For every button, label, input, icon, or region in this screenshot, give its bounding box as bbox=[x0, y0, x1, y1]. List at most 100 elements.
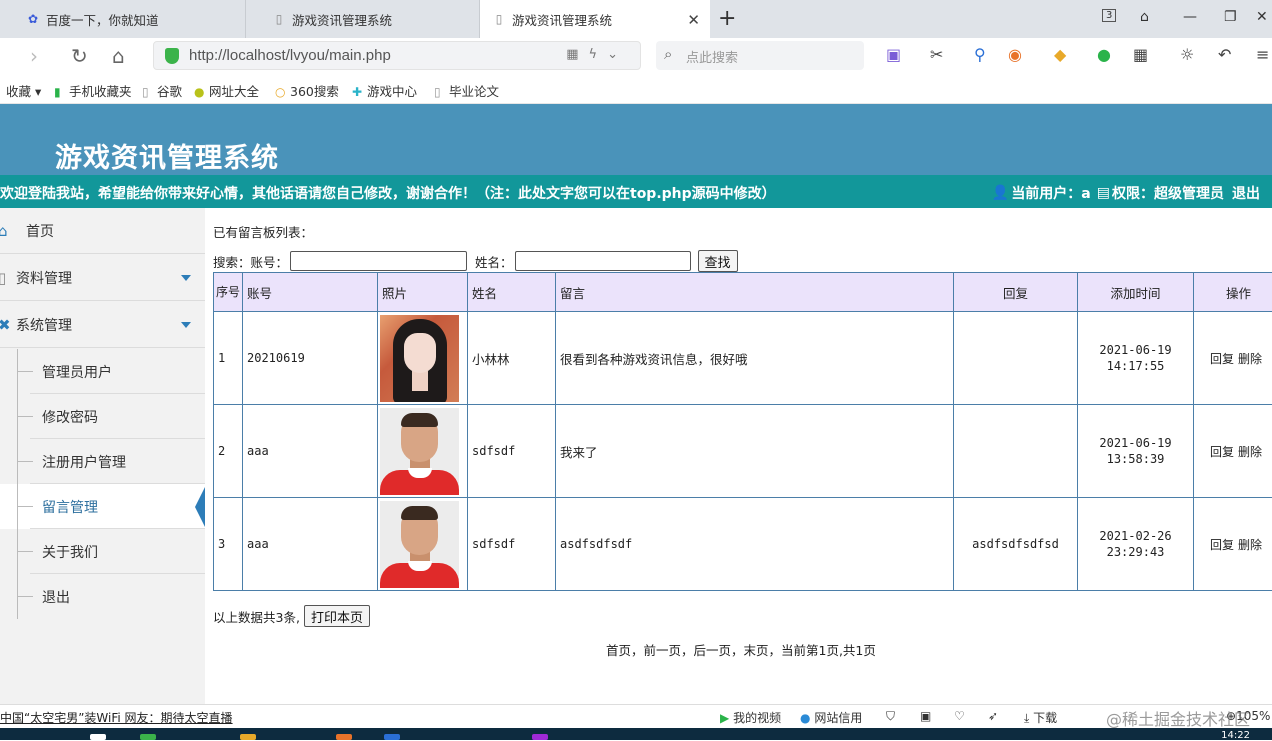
address-bar[interactable]: http://localhost/lvyou/main.php ▦ϟ⌄ bbox=[153, 41, 641, 70]
image-icon[interactable]: ▣ bbox=[920, 709, 931, 723]
account-search-input[interactable] bbox=[290, 251, 467, 271]
search-button[interactable]: 查找 bbox=[698, 250, 738, 272]
app-icon[interactable] bbox=[140, 734, 156, 740]
translate-icon[interactable]: ▣ bbox=[886, 45, 901, 64]
game-icon[interactable]: ◉ bbox=[1008, 45, 1022, 64]
scissors-icon[interactable]: ✂ bbox=[930, 45, 943, 64]
address-tools-icon[interactable]: ▦ϟ⌄ bbox=[566, 47, 628, 62]
new-tab-icon[interactable]: + bbox=[718, 6, 736, 31]
apps-icon[interactable]: ▦ bbox=[1133, 45, 1148, 64]
total-count: 以上数据共3条, bbox=[213, 607, 300, 626]
reload-icon[interactable]: ↻ bbox=[71, 44, 88, 68]
cell-actions: 回复删除 bbox=[1194, 405, 1272, 498]
bookmark-360[interactable]: ○360搜索 bbox=[275, 81, 339, 100]
search-form: 搜索：账号： 姓名： 查找 bbox=[213, 250, 738, 272]
sidebar-item-admin-users[interactable]: 管理员用户 bbox=[0, 349, 205, 394]
tree-line bbox=[17, 461, 33, 462]
shield-icon[interactable]: ⛉ bbox=[886, 709, 895, 724]
close-window-icon[interactable]: ✕ bbox=[1256, 9, 1268, 25]
tab-game-system-1[interactable]: ▯ 游戏资讯管理系统 bbox=[246, 0, 480, 38]
app-icon[interactable] bbox=[532, 734, 548, 740]
column-header: 姓名 bbox=[468, 273, 556, 312]
browser-icon[interactable] bbox=[384, 734, 400, 740]
sidebar-item-data-management[interactable]: ▯ 资料管理 bbox=[0, 255, 205, 301]
rocket-icon[interactable]: ➶ bbox=[988, 709, 998, 723]
delete-link[interactable]: 删除 bbox=[1238, 445, 1262, 459]
menu-icon[interactable]: ≡ bbox=[1256, 45, 1269, 64]
search-placeholder: 点此搜索 bbox=[686, 47, 738, 66]
browser-tab-bar: ✿ 百度一下，你就知道 ▯ 游戏资讯管理系统 ▯ 游戏资讯管理系统 ✕ + 3 … bbox=[0, 0, 1272, 38]
sidebar-item-change-password[interactable]: 修改密码 bbox=[0, 394, 205, 439]
sidebar-item-label: 退出 bbox=[42, 587, 70, 607]
heart-icon[interactable]: ♡ bbox=[954, 709, 965, 723]
print-button[interactable]: 打印本页 bbox=[304, 605, 370, 627]
start-icon[interactable] bbox=[90, 734, 106, 740]
reply-link[interactable]: 回复 bbox=[1210, 352, 1234, 366]
bookmark-favorites[interactable]: 收藏 ▾ bbox=[6, 81, 41, 100]
search-icon: ⌕ bbox=[664, 45, 672, 63]
column-header: 添加时间 bbox=[1078, 273, 1194, 312]
browser-search-box[interactable]: ⌕ 点此搜索 bbox=[656, 41, 864, 70]
column-header: 序号 bbox=[214, 273, 243, 312]
user-photo[interactable] bbox=[380, 501, 459, 588]
reply-link[interactable]: 回复 bbox=[1210, 538, 1234, 552]
site-credit[interactable]: ● 网站信用 bbox=[800, 709, 862, 726]
photo-part bbox=[401, 506, 438, 520]
reply-link[interactable]: 回复 bbox=[1210, 445, 1234, 459]
sidebar-item-about-us[interactable]: 关于我们 bbox=[0, 529, 205, 574]
user-photo[interactable] bbox=[380, 408, 459, 495]
sidebar-item-logout[interactable]: 退出 bbox=[0, 574, 205, 619]
bookmark-hao[interactable]: ●网址大全 bbox=[194, 81, 259, 100]
cell-reply bbox=[954, 312, 1078, 405]
wechat-icon[interactable]: ● bbox=[1097, 45, 1111, 64]
sidebar-item-home[interactable]: ⌂ 首页 bbox=[0, 208, 205, 254]
app-icon[interactable] bbox=[240, 734, 256, 740]
tab-game-system-active[interactable]: ▯ 游戏资讯管理系统 ✕ bbox=[480, 0, 710, 38]
permission-icon: ▤ bbox=[1097, 185, 1110, 201]
logout-link[interactable]: 退出 bbox=[1232, 183, 1260, 203]
download[interactable]: ⤓ 下载 bbox=[1024, 709, 1057, 726]
delete-link[interactable]: 删除 bbox=[1238, 538, 1262, 552]
home-icon: ⌂ bbox=[0, 222, 12, 240]
bookmark-thesis[interactable]: ▯毕业论文 bbox=[434, 81, 500, 100]
bookmark-game-center[interactable]: ✚游戏中心 bbox=[352, 81, 417, 100]
url-text[interactable]: http://localhost/lvyou/main.php bbox=[189, 47, 391, 64]
home-icon[interactable]: ⌂ bbox=[112, 44, 125, 68]
sidebar-item-message-management[interactable]: 留言管理 bbox=[0, 484, 205, 529]
table-row: 2 aaa sdfsdf 我来了 2021-06-19 13:58:39 回复删… bbox=[214, 405, 1272, 498]
tab-title: 游戏资讯管理系统 bbox=[292, 10, 392, 29]
mobile-icon: ▮ bbox=[54, 85, 66, 99]
bookmark-label: 收藏 bbox=[6, 84, 31, 99]
tab-list-icon[interactable]: 3 bbox=[1102, 9, 1116, 22]
tree-line bbox=[17, 596, 33, 597]
magnifier-icon[interactable]: ⚲ bbox=[974, 45, 986, 64]
delete-link[interactable]: 删除 bbox=[1238, 352, 1262, 366]
shirt-icon[interactable]: ⌂ bbox=[1140, 9, 1149, 25]
name-search-input[interactable] bbox=[515, 251, 691, 271]
brightness-icon[interactable]: ☼ bbox=[1180, 45, 1194, 64]
restore-icon[interactable]: ❐ bbox=[1224, 9, 1237, 25]
sidebar: ⌂ 首页 ▯ 资料管理 ✖ 系统管理 管理员用户 修改密码 注册用户管理 留言管… bbox=[0, 208, 205, 704]
undo-icon[interactable]: ↶ bbox=[1218, 45, 1231, 64]
my-video[interactable]: ▶ 我的视频 bbox=[720, 709, 781, 726]
tab-baidu[interactable]: ✿ 百度一下，你就知道 bbox=[0, 0, 246, 38]
active-indicator bbox=[195, 487, 205, 527]
bookmark-google[interactable]: ▯谷歌 bbox=[142, 81, 182, 100]
page-icon: ▯ bbox=[434, 85, 446, 99]
news-link[interactable]: 中国“太空宅男”装WiFi 网友：期待太空直播 bbox=[0, 709, 233, 726]
cell-time: 2021-06-19 14:17:55 bbox=[1078, 312, 1194, 405]
bookmark-mobile[interactable]: ▮手机收藏夹 bbox=[54, 81, 132, 100]
forward-icon[interactable]: › bbox=[30, 44, 38, 68]
sidebar-item-registered-users[interactable]: 注册用户管理 bbox=[0, 439, 205, 484]
minimize-icon[interactable]: — bbox=[1183, 9, 1197, 25]
user-photo[interactable] bbox=[380, 315, 459, 402]
pagination[interactable]: 首页，前一页，后一页，末页，当前第1页,共1页 bbox=[606, 640, 876, 659]
coupon-icon[interactable]: ◆ bbox=[1054, 45, 1066, 64]
account-label: 搜索：账号： bbox=[213, 252, 288, 271]
close-tab-icon[interactable]: ✕ bbox=[687, 11, 700, 29]
site-title: 游戏资讯管理系统 bbox=[55, 136, 279, 175]
sidebar-item-label: 修改密码 bbox=[42, 407, 98, 427]
sidebar-item-system-management[interactable]: ✖ 系统管理 bbox=[0, 302, 205, 348]
cell-reply bbox=[954, 405, 1078, 498]
app-icon[interactable] bbox=[336, 734, 352, 740]
